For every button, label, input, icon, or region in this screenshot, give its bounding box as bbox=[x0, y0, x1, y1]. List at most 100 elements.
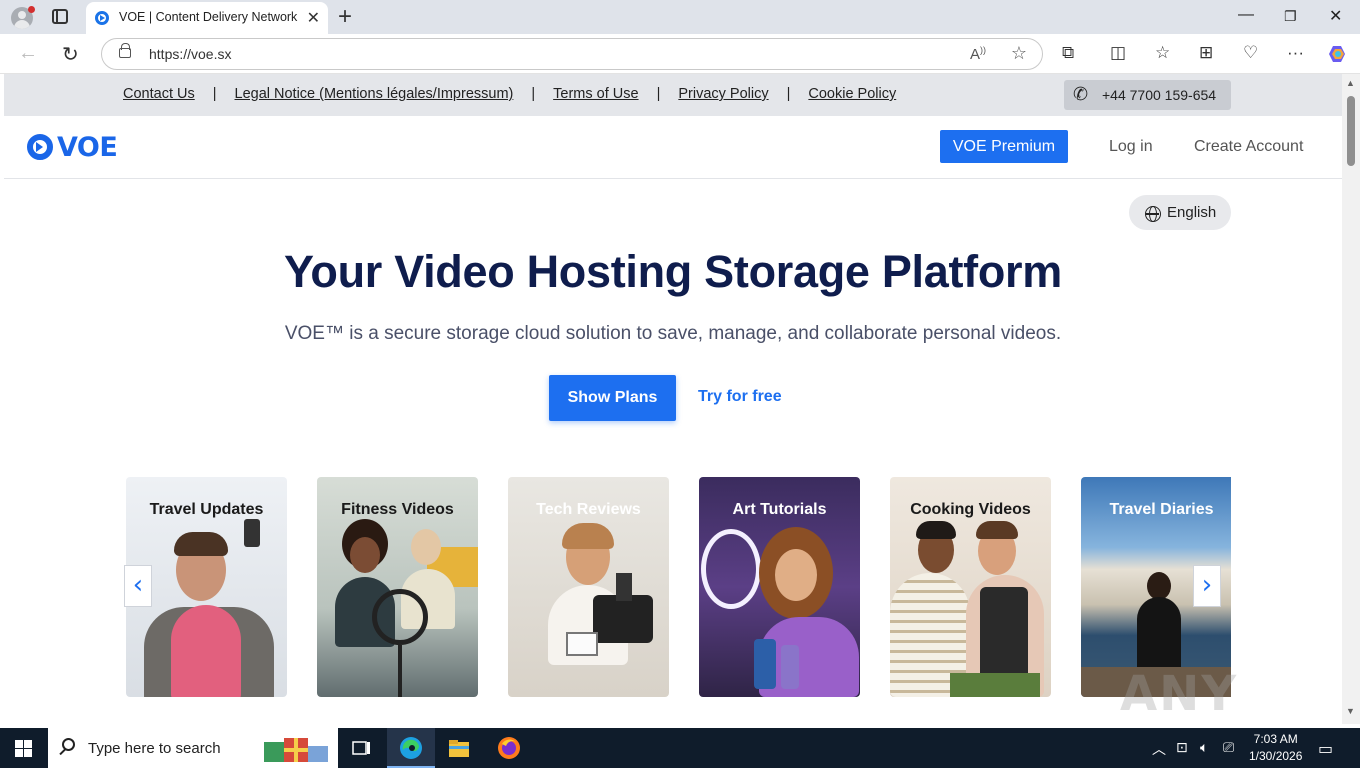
volume-icon[interactable]: 🔈︎ bbox=[1200, 739, 1208, 756]
link-separator: | bbox=[531, 86, 536, 102]
language-label: English bbox=[1167, 204, 1217, 221]
watermark: ANY RUN bbox=[1120, 666, 1240, 724]
privacy-link[interactable]: Privacy Policy bbox=[678, 86, 768, 102]
favorites-icon[interactable]: ☆ bbox=[1155, 43, 1170, 63]
try-for-free-link[interactable]: Try for free bbox=[698, 388, 782, 406]
network-icon[interactable]: ⊡ bbox=[1176, 739, 1188, 756]
window-close-icon[interactable]: ✕ bbox=[1329, 6, 1342, 26]
ime-icon[interactable]: ⎚ bbox=[1223, 739, 1234, 756]
card-photo-shape bbox=[350, 537, 380, 573]
logo-text: VOE bbox=[57, 132, 118, 163]
scrollbar-thumb[interactable] bbox=[1347, 96, 1355, 166]
read-aloud-icon[interactable]: A)) bbox=[970, 45, 986, 63]
cookie-link[interactable]: Cookie Policy bbox=[808, 86, 896, 102]
active-tab[interactable]: VOE | Content Delivery Network ( ✕ bbox=[86, 2, 328, 34]
card-caption: Tech Reviews bbox=[536, 501, 641, 518]
top-info-bar: Contact Us | Legal Notice (Mentions léga… bbox=[4, 74, 1342, 116]
split-screen-icon[interactable]: ◫ bbox=[1110, 43, 1126, 63]
card-photo-shape bbox=[781, 645, 799, 689]
hero-subtitle: VOE™ is a secure storage cloud solution … bbox=[284, 323, 1062, 344]
globe-icon bbox=[1145, 206, 1161, 222]
chevron-right-icon[interactable]: › bbox=[1193, 565, 1221, 607]
card-caption: Cooking Videos bbox=[910, 501, 1031, 518]
gift-icon bbox=[264, 738, 328, 762]
card-photo-shape bbox=[976, 521, 1018, 539]
favicon-icon bbox=[95, 11, 109, 25]
card-photo-shape bbox=[916, 521, 956, 539]
card-caption: Travel Diaries bbox=[1109, 501, 1214, 518]
browser-tab-strip: VOE | Content Delivery Network ( ✕ + — ❐… bbox=[0, 0, 1360, 34]
star-icon[interactable]: ☆ bbox=[1011, 43, 1027, 64]
windows-start-icon[interactable] bbox=[15, 740, 32, 757]
hero-title: Your Video Hosting Storage Platform bbox=[284, 246, 1062, 297]
edge-taskbar-button[interactable] bbox=[387, 728, 435, 768]
browser-essentials-icon[interactable]: ♡ bbox=[1243, 43, 1258, 63]
card-caption: Art Tutorials bbox=[732, 501, 827, 518]
notification-icon[interactable]: ▭ bbox=[1318, 739, 1333, 759]
plus-icon[interactable]: + bbox=[338, 3, 352, 31]
footer-links: Contact Us | Legal Notice (Mentions léga… bbox=[123, 86, 896, 102]
close-icon[interactable]: ✕ bbox=[307, 8, 320, 28]
phone-button[interactable]: ✆ +44 7700 159-654 bbox=[1064, 80, 1231, 110]
minimize-icon[interactable]: — bbox=[1238, 6, 1254, 24]
scroll-up-icon[interactable]: ▲ bbox=[1346, 78, 1355, 88]
firefox-icon[interactable] bbox=[497, 736, 521, 760]
file-explorer-icon[interactable] bbox=[447, 736, 471, 760]
card-photo-shape bbox=[174, 532, 228, 556]
card-photo-shape bbox=[566, 632, 598, 656]
restore-icon[interactable]: ❐ bbox=[1284, 8, 1297, 25]
lock-icon[interactable] bbox=[119, 43, 131, 58]
web-page: Contact Us | Legal Notice (Mentions léga… bbox=[4, 74, 1342, 724]
create-account-link[interactable]: Create Account bbox=[1194, 138, 1303, 156]
link-separator: | bbox=[656, 86, 661, 102]
extensions-icon[interactable]: ⧉ bbox=[1062, 43, 1074, 63]
taskbar-search-box[interactable]: Type here to search bbox=[48, 728, 338, 768]
tab-title: VOE | Content Delivery Network ( bbox=[119, 10, 299, 24]
task-view-icon[interactable] bbox=[350, 736, 374, 760]
legal-notice-link[interactable]: Legal Notice (Mentions légales/Impressum… bbox=[235, 86, 514, 102]
address-bar[interactable]: https://voe.sx A)) ☆ bbox=[101, 38, 1043, 70]
contact-us-link[interactable]: Contact Us bbox=[123, 86, 195, 102]
windows-taskbar: Type here to search ︿ ⊡ 🔈︎ ⎚ 7:03 AM 1/3… bbox=[0, 728, 1360, 768]
link-separator: | bbox=[786, 86, 791, 102]
scroll-down-icon[interactable]: ▼ bbox=[1346, 706, 1355, 716]
clock-date: 1/30/2026 bbox=[1249, 749, 1303, 763]
tab-actions-icon[interactable] bbox=[52, 9, 68, 24]
more-icon[interactable]: ··· bbox=[1287, 43, 1304, 63]
search-placeholder: Type here to search bbox=[88, 740, 221, 757]
profile-badge bbox=[28, 6, 35, 13]
phone-icon: ✆ bbox=[1073, 84, 1089, 104]
collections-icon[interactable]: ⊞ bbox=[1199, 43, 1213, 63]
card-photo-shape bbox=[398, 645, 402, 697]
reload-icon[interactable]: ↻ bbox=[62, 42, 79, 67]
back-icon[interactable]: ← bbox=[18, 42, 38, 65]
terms-link[interactable]: Terms of Use bbox=[553, 86, 638, 102]
category-card[interactable]: Fitness Videos bbox=[317, 477, 478, 697]
copilot-icon[interactable] bbox=[1327, 43, 1349, 65]
card-caption: Travel Updates bbox=[149, 501, 264, 518]
category-card[interactable]: Art Tutorials bbox=[699, 477, 860, 697]
chevron-left-icon[interactable]: ‹ bbox=[124, 565, 152, 607]
card-photo-shape bbox=[171, 605, 241, 697]
edge-icon bbox=[400, 737, 422, 759]
card-photo-shape bbox=[562, 523, 614, 549]
voe-premium-button[interactable]: VOE Premium bbox=[940, 130, 1068, 163]
tray-chevron-icon[interactable]: ︿ bbox=[1152, 739, 1166, 759]
category-card[interactable]: Tech Reviews bbox=[508, 477, 669, 697]
login-link[interactable]: Log in bbox=[1109, 138, 1153, 156]
site-header: VOE VOE Premium Log in Create Account bbox=[4, 116, 1342, 179]
language-selector[interactable]: English bbox=[1129, 195, 1231, 230]
clock-time: 7:03 AM bbox=[1253, 732, 1298, 746]
category-carousel: Travel Updates Fitness Videos Tech Revie… bbox=[126, 477, 1231, 697]
page-scrollbar[interactable]: ▲ ▼ bbox=[1342, 74, 1360, 724]
card-photo-shape bbox=[701, 529, 761, 609]
url-text[interactable]: https://voe.sx bbox=[149, 46, 231, 62]
card-photo-shape bbox=[616, 573, 632, 601]
show-plans-button[interactable]: Show Plans bbox=[549, 375, 676, 421]
card-photo-shape bbox=[372, 589, 428, 645]
card-photo-shape bbox=[1147, 572, 1171, 600]
category-card[interactable]: Cooking Videos bbox=[890, 477, 1051, 697]
voe-logo-icon bbox=[27, 134, 53, 160]
system-clock[interactable]: 7:03 AM 1/30/2026 bbox=[1249, 731, 1302, 765]
phone-number: +44 7700 159-654 bbox=[1102, 87, 1217, 103]
